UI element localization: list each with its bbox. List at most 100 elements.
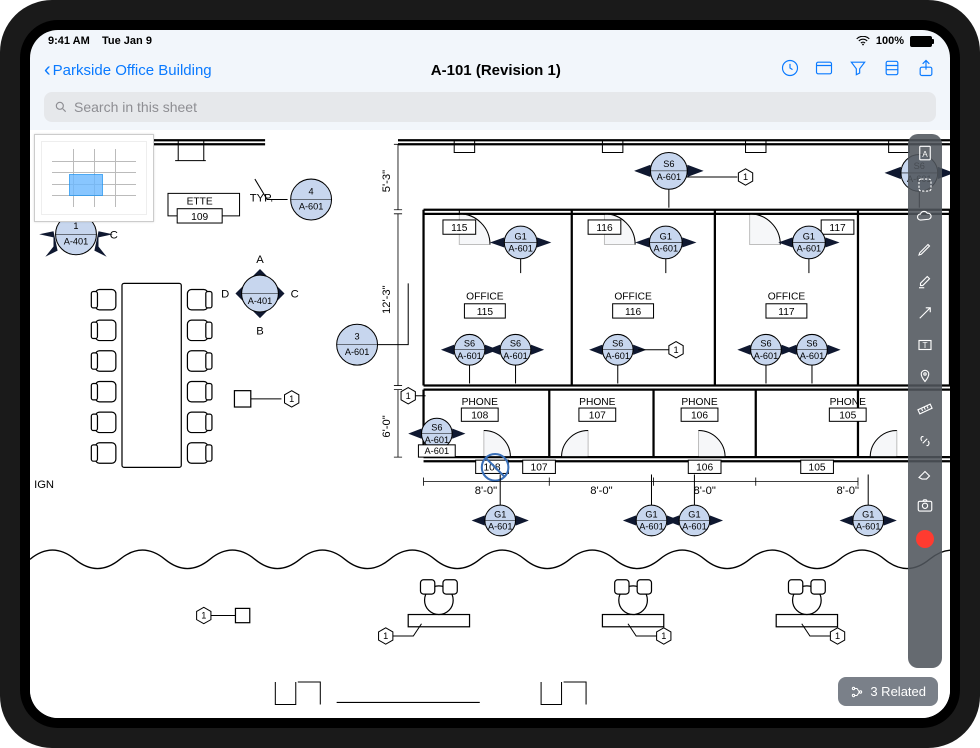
compare-button[interactable]: [814, 58, 834, 83]
svg-text:12'-3": 12'-3": [381, 285, 393, 314]
search-icon: [54, 100, 68, 114]
s6-117b: S6A-601: [783, 334, 840, 365]
svg-text:1: 1: [73, 221, 78, 231]
svg-text:107: 107: [531, 462, 548, 473]
back-label: Parkside Office Building: [53, 62, 212, 79]
svg-text:A-601: A-601: [682, 522, 707, 532]
svg-text:1: 1: [661, 631, 666, 641]
search-input[interactable]: Search in this sheet: [44, 92, 936, 122]
svg-text:C: C: [291, 289, 299, 301]
g1-lower-3: G1 A-601: [666, 505, 723, 536]
svg-text:105: 105: [809, 462, 826, 473]
room-tag-107: PHONE107: [579, 397, 616, 421]
svg-text:8'-0": 8'-0": [837, 485, 859, 497]
svg-text:S6: S6: [806, 339, 817, 349]
hex-1-mid: 1: [669, 342, 683, 358]
g1-lower-1: G1 A-601: [472, 505, 529, 536]
svg-text:A-401: A-401: [64, 236, 89, 246]
svg-text:G1: G1: [862, 509, 874, 519]
door-tag-107b: 107: [523, 460, 556, 473]
tool-cloud[interactable]: [914, 206, 936, 228]
svg-text:S6: S6: [760, 339, 771, 349]
label-ign: IGN: [34, 479, 54, 491]
svg-text:S6: S6: [510, 339, 521, 349]
related-button[interactable]: 3 Related: [838, 677, 938, 706]
tool-pen[interactable]: [914, 238, 936, 260]
hex-1-left: 1: [401, 388, 415, 404]
minimap[interactable]: [34, 134, 154, 222]
callout-s6-top-1: S6 A-601: [634, 152, 704, 189]
svg-text:T: T: [922, 341, 927, 350]
svg-text:A-601: A-601: [503, 351, 528, 361]
tool-link[interactable]: [914, 430, 936, 452]
callout-g1-115: G1A-601: [490, 226, 551, 259]
svg-text:A-601: A-601: [605, 351, 630, 361]
status-date: Tue Jan 9: [102, 35, 152, 47]
hex-ws-0: 1: [197, 607, 211, 623]
back-button[interactable]: ‹ Parkside Office Building: [44, 60, 212, 80]
svg-text:PHONE: PHONE: [579, 397, 616, 408]
svg-text:116: 116: [596, 223, 613, 234]
floor-plan-drawing: 1 ETTE 109 TYP. 4 A-601: [30, 130, 950, 718]
svg-text:C: C: [110, 229, 118, 241]
svg-text:G1: G1: [688, 509, 700, 519]
tool-select[interactable]: [914, 174, 936, 196]
svg-text:1: 1: [289, 394, 294, 404]
share-button[interactable]: [916, 58, 936, 83]
svg-text:OFFICE: OFFICE: [768, 292, 806, 303]
callout-4-a601: 4 A-601: [291, 179, 332, 220]
svg-text:S6: S6: [431, 423, 442, 433]
sheet-viewport[interactable]: A T 3 Related: [30, 130, 950, 718]
battery-percent: 100%: [876, 35, 904, 47]
minimap-drawing: [41, 141, 147, 215]
svg-text:1: 1: [743, 172, 748, 182]
svg-text:A-601: A-601: [754, 351, 779, 361]
svg-text:1: 1: [673, 345, 678, 355]
tool-arrow[interactable]: [914, 302, 936, 324]
svg-text:A-601: A-601: [425, 446, 450, 456]
svg-text:115: 115: [477, 307, 494, 318]
svg-text:S6: S6: [464, 339, 475, 349]
svg-text:5'-3": 5'-3": [381, 170, 393, 192]
nav-actions: [780, 58, 936, 83]
tool-sheet-tag[interactable]: A: [914, 142, 936, 164]
tool-measure[interactable]: [914, 398, 936, 420]
status-left: 9:41 AM Tue Jan 9: [48, 35, 152, 47]
label-typ: TYP.: [250, 193, 274, 205]
tool-text[interactable]: T: [914, 334, 936, 356]
door-tag-106b: 106: [688, 460, 721, 473]
layers-button[interactable]: [882, 58, 902, 83]
callout-3-a601: 3 A-601: [337, 324, 378, 365]
svg-text:8'-0": 8'-0": [475, 485, 497, 497]
filter-button[interactable]: [848, 58, 868, 83]
svg-text:A-601: A-601: [299, 202, 324, 212]
door-tag-105b: 105: [801, 460, 834, 473]
ipad-frame: 9:41 AM Tue Jan 9 100% ‹ Parkside Office…: [0, 0, 980, 748]
record-button[interactable]: [916, 530, 934, 548]
tool-camera[interactable]: [914, 494, 936, 516]
door-tag-117: 117: [821, 220, 854, 234]
tool-eraser[interactable]: [914, 462, 936, 484]
svg-text:A: A: [922, 150, 928, 159]
svg-text:G1: G1: [660, 231, 672, 241]
history-button[interactable]: [780, 58, 800, 83]
svg-text:G1: G1: [645, 509, 657, 519]
svg-text:6'-0": 6'-0": [381, 415, 393, 437]
room-tag-108: PHONE108: [461, 397, 498, 421]
svg-text:1: 1: [835, 631, 840, 641]
hex-ws-2: 1: [657, 628, 671, 644]
svg-text:G1: G1: [494, 509, 506, 519]
minimap-viewport-rect: [69, 174, 103, 196]
svg-text:117: 117: [778, 307, 795, 318]
search-placeholder: Search in this sheet: [74, 99, 197, 115]
room-tag-117: OFFICE 117: [766, 292, 807, 318]
svg-text:A-601: A-601: [488, 522, 513, 532]
tool-highlight[interactable]: [914, 270, 936, 292]
svg-text:A-601: A-601: [425, 435, 450, 445]
hex-ws-3: 1: [830, 628, 844, 644]
tool-pin[interactable]: [914, 366, 936, 388]
svg-text:A-601: A-601: [654, 244, 679, 254]
svg-text:D: D: [221, 289, 229, 301]
svg-text:OFFICE: OFFICE: [614, 292, 652, 303]
status-time: 9:41 AM: [48, 35, 90, 47]
